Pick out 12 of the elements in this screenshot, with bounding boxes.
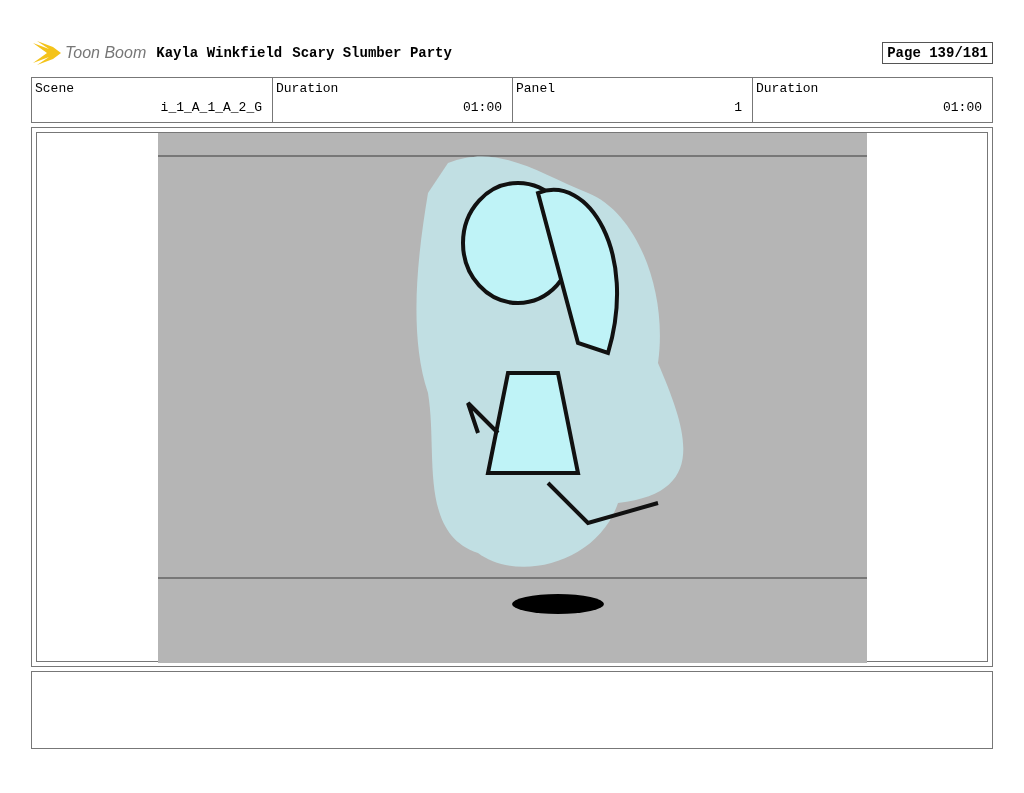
project-title: Scary Slumber Party	[292, 45, 452, 61]
field-value: 01:00	[943, 100, 982, 115]
logo-text: Toon Boom	[65, 44, 147, 62]
field-value: i_1_A_1_A_2_G	[160, 100, 262, 115]
field-label: Panel	[516, 81, 555, 96]
field-label: Scene	[35, 81, 74, 96]
field-label: Duration	[276, 81, 339, 96]
page-number: Page 139/181	[882, 42, 993, 64]
field-value: 01:00	[463, 100, 502, 115]
field-value: 1	[734, 100, 742, 115]
author-name: Kayla Winkfield	[156, 45, 283, 61]
field-label: Duration	[756, 81, 819, 96]
